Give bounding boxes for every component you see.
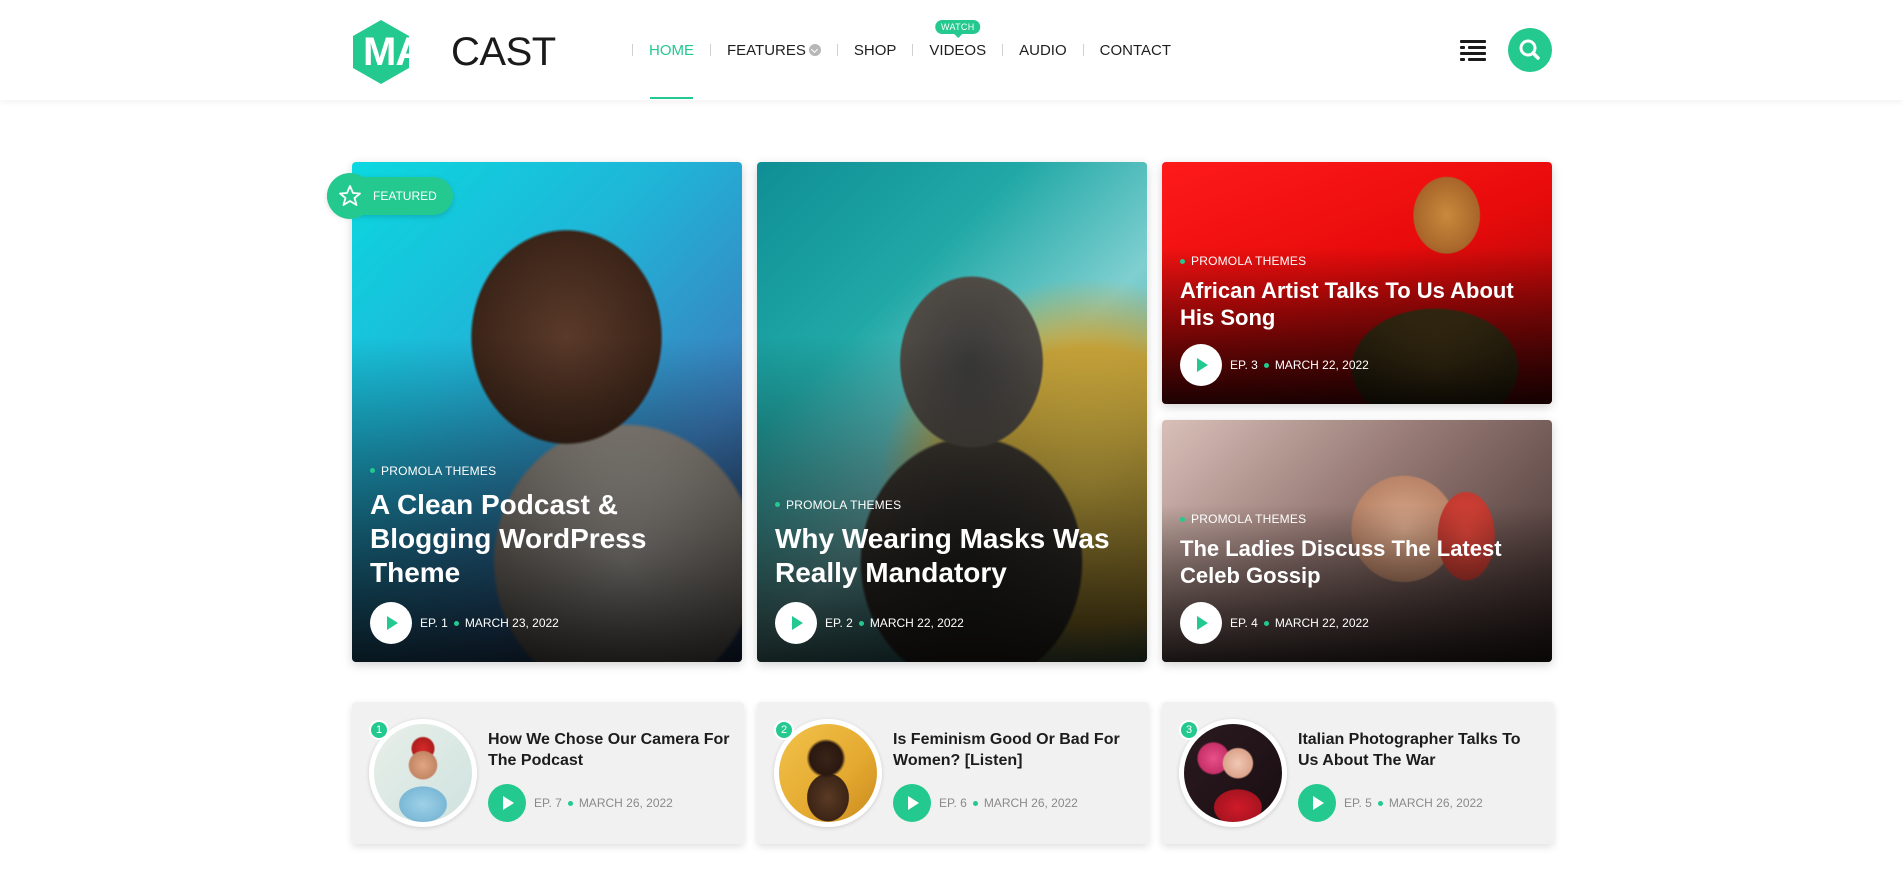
episode-date: MARCH 22, 2022 xyxy=(869,616,964,630)
list-title[interactable]: How We Chose Our Camera For The Podcast xyxy=(488,729,730,771)
logo-text-cast: CAST xyxy=(451,30,556,74)
episode-number: EP. 5 xyxy=(1344,796,1372,810)
meta-dot xyxy=(453,620,459,626)
episode-number: EP. 3 xyxy=(1230,358,1258,372)
nav-label: AUDIO xyxy=(1019,41,1067,59)
play-icon[interactable] xyxy=(893,784,931,822)
card-title[interactable]: A Clean Podcast & Blogging WordPress The… xyxy=(370,488,724,590)
meta-dot xyxy=(972,800,978,806)
episode-date: MARCH 22, 2022 xyxy=(1274,616,1369,630)
card-meta: EP. 2 MARCH 22, 2022 xyxy=(775,602,1129,644)
episode-number: EP. 7 xyxy=(534,796,562,810)
play-icon[interactable] xyxy=(1180,344,1222,386)
card-content: PROMOLA THEMES A Clean Podcast & Bloggin… xyxy=(370,464,724,644)
nav-label: VIDEOS xyxy=(929,41,987,59)
featured-badge: FEATURED xyxy=(327,173,453,219)
nav-item-home[interactable]: HOME xyxy=(633,42,710,59)
list-item[interactable]: 3 Italian Photographer Talks To Us About… xyxy=(1162,702,1554,844)
card-category[interactable]: PROMOLA THEMES xyxy=(1180,254,1534,268)
nav-item-contact[interactable]: CONTACT xyxy=(1084,42,1187,59)
episode-date: MARCH 22, 2022 xyxy=(1274,358,1369,372)
episode-date: MARCH 26, 2022 xyxy=(578,796,673,810)
card-category[interactable]: PROMOLA THEMES xyxy=(1180,512,1534,526)
episode-date: MARCH 23, 2022 xyxy=(464,616,559,630)
nav-item-audio[interactable]: AUDIO xyxy=(1003,42,1083,59)
card-meta: EP. 1 MARCH 23, 2022 xyxy=(370,602,724,644)
meta-dot xyxy=(858,620,864,626)
list-meta: EP. 5 MARCH 26, 2022 xyxy=(1298,784,1483,822)
rank-badge: 3 xyxy=(1179,720,1199,740)
logo-hexagon: MAX xyxy=(351,20,451,84)
chevron-down-icon xyxy=(808,44,821,56)
nav-label: CONTACT xyxy=(1099,41,1172,59)
nav-label: FEATURES xyxy=(727,41,806,59)
meta-dot xyxy=(1377,800,1383,806)
nav-label: SHOP xyxy=(853,41,897,59)
episode-number: EP. 4 xyxy=(1230,616,1258,630)
star-icon xyxy=(327,173,373,219)
episode-date: MARCH 26, 2022 xyxy=(983,796,1078,810)
list-meta: EP. 6 MARCH 26, 2022 xyxy=(893,784,1078,822)
site-logo[interactable]: MAX CAST xyxy=(351,20,556,84)
meta-dot xyxy=(1263,620,1269,626)
meta-dot xyxy=(1263,362,1269,368)
featured-card[interactable]: PROMOLA THEMES Why Wearing Masks Was Rea… xyxy=(757,162,1147,662)
card-title[interactable]: The Ladies Discuss The Latest Celeb Goss… xyxy=(1180,536,1534,590)
card-title[interactable]: Why Wearing Masks Was Really Mandatory xyxy=(775,522,1129,590)
card-meta: EP. 3 MARCH 22, 2022 xyxy=(1180,344,1534,386)
menu-lines-icon[interactable] xyxy=(1460,40,1488,62)
card-content: PROMOLA THEMES African Artist Talks To U… xyxy=(1180,254,1534,386)
rank-badge: 1 xyxy=(369,720,389,740)
featured-card[interactable]: PROMOLA THEMES African Artist Talks To U… xyxy=(1162,162,1552,404)
episode-number: EP. 6 xyxy=(939,796,967,810)
card-category[interactable]: PROMOLA THEMES xyxy=(775,498,1129,512)
list-title[interactable]: Italian Photographer Talks To Us About T… xyxy=(1298,729,1540,771)
list-item[interactable]: 1 How We Chose Our Camera For The Podcas… xyxy=(352,702,744,844)
search-icon xyxy=(1519,39,1540,60)
search-button[interactable] xyxy=(1508,28,1552,72)
card-meta: EP. 4 MARCH 22, 2022 xyxy=(1180,602,1534,644)
rank-badge: 2 xyxy=(774,720,794,740)
play-icon[interactable] xyxy=(1298,784,1336,822)
episode-date: MARCH 26, 2022 xyxy=(1388,796,1483,810)
card-content: PROMOLA THEMES Why Wearing Masks Was Rea… xyxy=(775,498,1129,644)
nav-active-underline xyxy=(650,97,693,99)
featured-card[interactable]: PROMOLA THEMES The Ladies Discuss The La… xyxy=(1162,420,1552,662)
episode-number: EP. 2 xyxy=(825,616,853,630)
logo-text-max: MAX xyxy=(363,30,450,74)
featured-card[interactable]: PROMOLA THEMES A Clean Podcast & Bloggin… xyxy=(352,162,742,662)
nav-label: HOME xyxy=(649,41,694,59)
list-item[interactable]: 2 Is Feminism Good Or Bad For Women? [Li… xyxy=(757,702,1149,844)
list-meta: EP. 7 MARCH 26, 2022 xyxy=(488,784,673,822)
play-icon[interactable] xyxy=(370,602,412,644)
card-category[interactable]: PROMOLA THEMES xyxy=(370,464,724,478)
play-icon[interactable] xyxy=(775,602,817,644)
site-header: MAX CAST HOME FEATURES SHOP WATCH VIDEOS … xyxy=(0,0,1903,100)
card-content: PROMOLA THEMES The Ladies Discuss The La… xyxy=(1180,512,1534,644)
play-icon[interactable] xyxy=(1180,602,1222,644)
main-nav: HOME FEATURES SHOP WATCH VIDEOS AUDIO CON… xyxy=(632,19,1187,60)
nav-item-shop[interactable]: SHOP xyxy=(838,42,913,59)
play-icon[interactable] xyxy=(488,784,526,822)
list-title[interactable]: Is Feminism Good Or Bad For Women? [List… xyxy=(893,729,1135,771)
featured-label: FEATURED xyxy=(373,189,437,203)
nav-item-features[interactable]: FEATURES xyxy=(711,42,837,59)
nav-item-videos[interactable]: WATCH VIDEOS xyxy=(913,19,1002,59)
card-title[interactable]: African Artist Talks To Us About His Son… xyxy=(1180,278,1534,332)
meta-dot xyxy=(567,800,573,806)
watch-badge: WATCH xyxy=(935,19,981,38)
episode-number: EP. 1 xyxy=(420,616,448,630)
